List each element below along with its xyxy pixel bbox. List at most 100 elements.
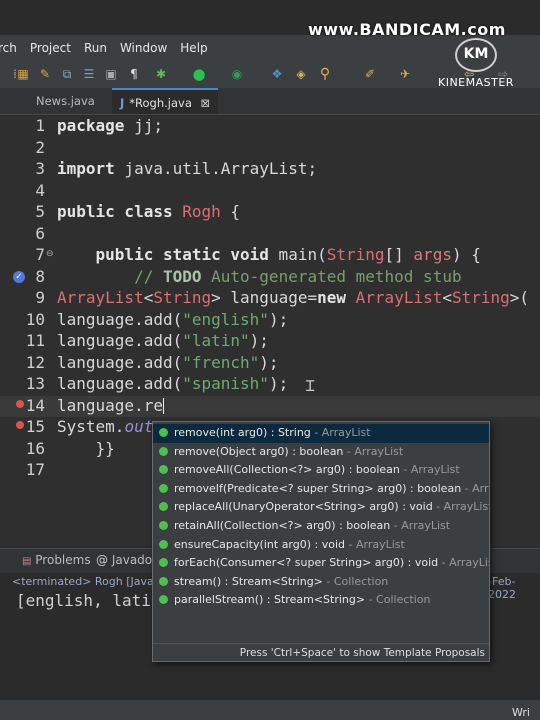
string-literal: "latin" xyxy=(182,331,250,350)
line-number: 2 xyxy=(35,137,45,157)
completion-item[interactable]: ensureCapacity(int arg0) : void - ArrayL… xyxy=(159,538,405,556)
line-number: 1 xyxy=(35,116,45,135)
tab-javadoc[interactable]: @ Javado xyxy=(96,553,152,567)
search-icon[interactable]: ⚲ xyxy=(318,67,332,81)
line-number: 14 xyxy=(25,395,45,415)
completion-item[interactable]: stream() : Stream<String> - Collection xyxy=(159,575,388,593)
completion-declaring-type: - ArrayList xyxy=(399,463,460,477)
new-class-icon[interactable]: ❖ xyxy=(270,67,284,81)
public-method-icon xyxy=(159,428,168,437)
completion-declaring-type: - Collection xyxy=(365,593,431,607)
console-date: -Feb-2022 xyxy=(488,575,516,601)
code-text: < xyxy=(143,288,154,307)
class-name: String xyxy=(153,288,212,307)
completion-item[interactable]: remove(Object arg0) : boolean - ArrayLis… xyxy=(159,445,403,463)
completion-declaring-type: - ArrayList xyxy=(343,444,404,458)
bandicam-watermark: www.BANDICAM.com xyxy=(308,20,506,39)
class-name: ArrayList xyxy=(57,288,144,307)
completion-declaring-type: - ArrayList xyxy=(390,519,451,532)
completion-item[interactable]: removeIf(Predicate<? super String> arg0)… xyxy=(159,481,489,500)
line-number: 9 xyxy=(35,288,45,307)
code-line: 10 language.add("english"); xyxy=(0,310,540,332)
public-method-icon xyxy=(159,539,168,549)
line-number: 5 xyxy=(35,202,45,221)
error-marker-icon[interactable] xyxy=(16,421,24,429)
code-line: 1 package jj; xyxy=(0,116,540,138)
open-type-icon[interactable]: ◈ xyxy=(294,67,308,81)
text-cursor-icon: Ɪ xyxy=(306,377,315,395)
class-name: ArrayList xyxy=(355,288,443,307)
code-text: }} xyxy=(57,438,115,458)
public-method-icon xyxy=(159,521,168,530)
public-method-icon xyxy=(159,446,168,456)
format-icon[interactable]: ☰ xyxy=(82,67,96,81)
code-text: jj; xyxy=(124,116,163,135)
code-text: language.add( xyxy=(57,374,183,393)
tool-icon[interactable]: ▦ xyxy=(16,67,30,81)
completion-declaring-type: - Collection xyxy=(322,574,389,588)
menu-project[interactable]: Project xyxy=(30,41,71,55)
code-text: java.util.ArrayList; xyxy=(114,159,318,178)
code-text: { xyxy=(220,202,241,221)
java-file-icon: J xyxy=(120,96,125,110)
code-text: main( xyxy=(268,245,327,264)
string-literal: "english" xyxy=(182,309,269,329)
pencil-icon[interactable]: ✎ xyxy=(38,67,52,81)
code-line-current: 14 language.re xyxy=(0,395,540,417)
comment: // xyxy=(57,266,163,286)
fold-icon[interactable]: ⊖ xyxy=(46,249,54,259)
code-line: 7 ⊖ public static void main(String[] arg… xyxy=(0,245,540,267)
code-text: language.add( xyxy=(57,309,183,329)
coverage-icon[interactable]: ◉ xyxy=(230,67,244,81)
keyword: import xyxy=(57,159,115,178)
tab-problems[interactable]: ▤ Problems xyxy=(22,553,91,567)
completion-item[interactable]: retainAll(Collection<?> arg0) : boolean … xyxy=(159,519,450,537)
caret xyxy=(162,397,164,414)
menu-help[interactable]: Help xyxy=(180,41,207,55)
completion-item[interactable]: parallelStream() : Stream<String> - Coll… xyxy=(159,593,430,611)
completion-item[interactable]: forEach(Consumer<? super String> arg0) :… xyxy=(159,556,489,574)
tab-news-java[interactable]: News.java xyxy=(36,88,95,114)
string-literal: "spanish" xyxy=(182,374,269,393)
code-line: 11 language.add("latin"); xyxy=(0,331,540,353)
select-icon[interactable]: ⧉ xyxy=(60,67,74,81)
field-name: out xyxy=(124,417,154,436)
show-whitespace-icon[interactable]: ¶ xyxy=(127,67,141,81)
close-icon[interactable]: ⊠ xyxy=(201,96,211,110)
task-marker-icon[interactable]: ✓ xyxy=(13,270,25,283)
completion-signature: replaceAll(UnaryOperator<String> arg0) :… xyxy=(174,500,433,514)
line-number: 3 xyxy=(35,159,45,178)
toggle-icon[interactable]: ▣ xyxy=(104,67,118,81)
menu-run[interactable]: Run xyxy=(84,41,107,55)
menu-window[interactable]: Window xyxy=(120,41,167,55)
completion-signature: parallelStream() : Stream<String> xyxy=(174,593,366,607)
eclipse-window: rch Project Run Window Help ⁞ ▦ ✎ ⧉ ☰ ▣ … xyxy=(0,0,540,720)
kinemaster-watermark: KINEMASTER xyxy=(438,76,514,89)
debug-icon[interactable]: ✱ xyxy=(154,67,168,81)
menu-search[interactable]: rch xyxy=(0,41,17,55)
code-text: ); xyxy=(268,374,289,393)
tab-rogh-java[interactable]: J *Rogh.java ⊠ xyxy=(112,88,218,114)
completion-declaring-type: - ArrayList xyxy=(310,426,371,439)
kinemaster-logo: KM xyxy=(455,38,497,72)
string-literal: "french" xyxy=(182,352,260,372)
editor-tabs: News.java J *Rogh.java ⊠ xyxy=(0,88,540,115)
keyword: public static void xyxy=(95,245,269,264)
run-icon[interactable]: ● xyxy=(192,67,206,82)
error-marker-icon[interactable] xyxy=(16,399,24,408)
completion-signature: remove(Object arg0) : boolean xyxy=(174,444,344,458)
class-name: String xyxy=(326,245,385,264)
completion-item[interactable]: replaceAll(UnaryOperator<String> arg0) :… xyxy=(159,500,489,518)
code-text: >( xyxy=(509,288,530,307)
completion-declaring-type: - ArrayList xyxy=(345,537,405,551)
completion-declaring-type: - ArrayList xyxy=(464,481,489,495)
annotation-icon[interactable]: ✐ xyxy=(363,67,377,81)
code-text: < xyxy=(442,288,452,307)
code-line: 3 import java.util.ArrayList; xyxy=(0,159,540,181)
public-method-icon xyxy=(159,576,168,586)
content-assist-popup[interactable]: remove(int arg0) : String - ArrayList rem… xyxy=(152,421,490,662)
completion-item[interactable]: remove(int arg0) : String - ArrayList xyxy=(159,426,371,444)
completion-item[interactable]: removeAll(Collection<?> arg0) : boolean … xyxy=(159,463,460,481)
marker-icon[interactable]: ✈ xyxy=(398,67,412,81)
